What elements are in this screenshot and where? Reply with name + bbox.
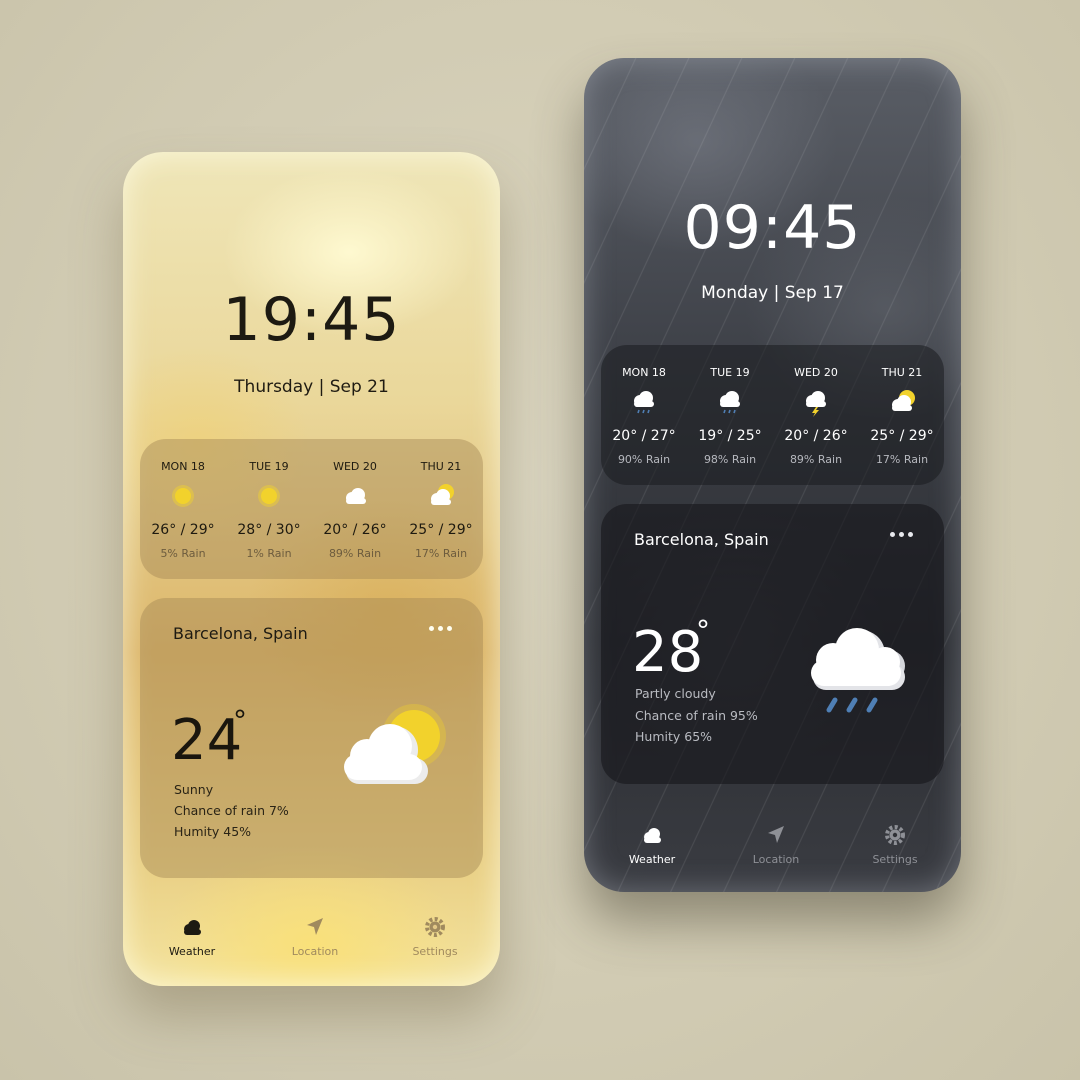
forecast-day[interactable]: MON 18 26° / 29° 5% Rain [140,439,226,579]
forecast-temp-range: 28° / 30° [237,522,301,538]
forecast-temp-range: 25° / 29° [870,428,934,444]
humidity: Humity 65% [635,729,713,744]
partly-cloudy-icon [892,390,915,411]
forecast-day-name: MON 18 [161,460,205,473]
forecast-rain-chance: 89% Rain [789,453,843,466]
nav-location-label: Location [291,945,339,958]
nav-weather-label: Weather [168,945,216,958]
rain-cloud-icon [811,628,905,713]
forecast-rain-chance: 89% Rain [328,547,382,560]
forecast-day-name: WED 20 [333,460,377,473]
forecast-card: MON 18 26° / 29° 5% Rain TUE 19 28° / 30… [140,439,483,579]
dark-phone-screen: 09:45 Monday | Sep 17 MON 18 20° / 27° 9… [584,58,961,892]
light-phone-screen: 19:45 Thursday | Sep 21 MON 18 26° / 29°… [123,152,500,986]
clock-date: Thursday | Sep 21 [234,377,389,397]
rain-cloud-icon [634,391,654,414]
nav-settings[interactable]: Settings [385,912,485,972]
nav-location-label: Location [752,853,800,866]
forecast-day[interactable]: WED 20 20° / 26° 89% Rain [312,439,398,579]
forecast-day[interactable]: THU 21 25° / 29° 17% Rain [398,439,484,579]
forecast-day[interactable]: THU 21 25° / 29° 17% Rain [859,345,945,485]
chance-of-rain: Chance of rain 95% [635,708,758,723]
thunder-cloud-icon [806,391,826,417]
current-weather-card: Barcelona, Spain 28 ° Partly cloudy Chan… [601,504,944,784]
forecast-day-name: THU 21 [420,460,462,473]
forecast-day[interactable]: TUE 19 19° / 25° 98% Rain [687,345,773,485]
current-temperature: 28 [632,620,704,685]
clock-time: 19:45 [222,285,401,355]
forecast-temp-range: 20° / 26° [784,428,848,444]
clock-time: 09:45 [683,193,862,263]
partly-cloudy-icon [431,484,454,505]
forecast-day[interactable]: MON 18 20° / 27° 90% Rain [601,345,687,485]
forecast-card: MON 18 20° / 27° 90% Rain TUE 19 19° / 2… [601,345,944,485]
cloud-icon [184,920,201,935]
nav-weather-label: Weather [628,853,676,866]
nav-location[interactable]: Location [265,912,365,972]
partly-cloudy-icon [344,704,446,784]
forecast-rain-chance: 90% Rain [617,453,671,466]
nav-settings[interactable]: Settings [845,820,945,880]
forecast-day-name: THU 21 [881,366,923,379]
forecast-temp-range: 19° / 25° [698,428,762,444]
city-name: Barcelona, Spain [634,530,769,549]
nav-weather[interactable]: Weather [602,820,702,880]
location-arrow-icon [307,918,323,935]
forecast-day[interactable]: WED 20 20° / 26° 89% Rain [773,345,859,485]
forecast-temp-range: 20° / 26° [323,522,387,538]
rain-cloud-icon [720,391,740,414]
forecast-rain-chance: 5% Rain [160,547,206,560]
forecast-rain-chance: 1% Rain [246,547,292,560]
clock-date: Monday | Sep 17 [701,283,844,303]
gear-icon [885,825,905,845]
forecast-day-name: WED 20 [794,366,838,379]
degree-symbol: ° [696,614,710,647]
forecast-rain-chance: 98% Rain [703,453,757,466]
forecast-day-name: TUE 19 [249,460,289,473]
current-temperature: 24 [171,708,243,773]
weather-condition: Sunny [174,782,214,797]
forecast-rain-chance: 17% Rain [414,547,468,560]
location-arrow-icon [768,826,784,843]
nav-settings-label: Settings [872,853,918,866]
forecast-temp-range: 20° / 27° [612,428,676,444]
cloud-icon [644,828,661,843]
forecast-rain-chance: 17% Rain [875,453,929,466]
chance-of-rain: Chance of rain 7% [174,803,289,818]
nav-settings-label: Settings [412,945,458,958]
humidity: Humity 45% [174,824,252,839]
cloud-icon [346,488,366,504]
current-weather-card: Barcelona, Spain 24 ° Sunny Chance of ra… [140,598,483,878]
degree-symbol: ° [233,704,247,737]
more-options-icon[interactable] [429,622,453,634]
bottom-nav: Weather Location Settings [584,820,961,880]
gear-icon [425,917,445,937]
forecast-day[interactable]: TUE 19 28° / 30° 1% Rain [226,439,312,579]
nav-location[interactable]: Location [726,820,826,880]
forecast-temp-range: 26° / 29° [151,522,215,538]
weather-condition: Partly cloudy [635,686,716,701]
nav-weather[interactable]: Weather [142,912,242,972]
city-name: Barcelona, Spain [173,624,308,643]
sun-icon [258,485,280,507]
more-options-icon[interactable] [890,528,914,540]
sun-icon [172,485,194,507]
forecast-day-name: MON 18 [622,366,666,379]
bottom-nav: Weather Location Settings [123,912,500,972]
forecast-day-name: TUE 19 [710,366,750,379]
forecast-temp-range: 25° / 29° [409,522,473,538]
